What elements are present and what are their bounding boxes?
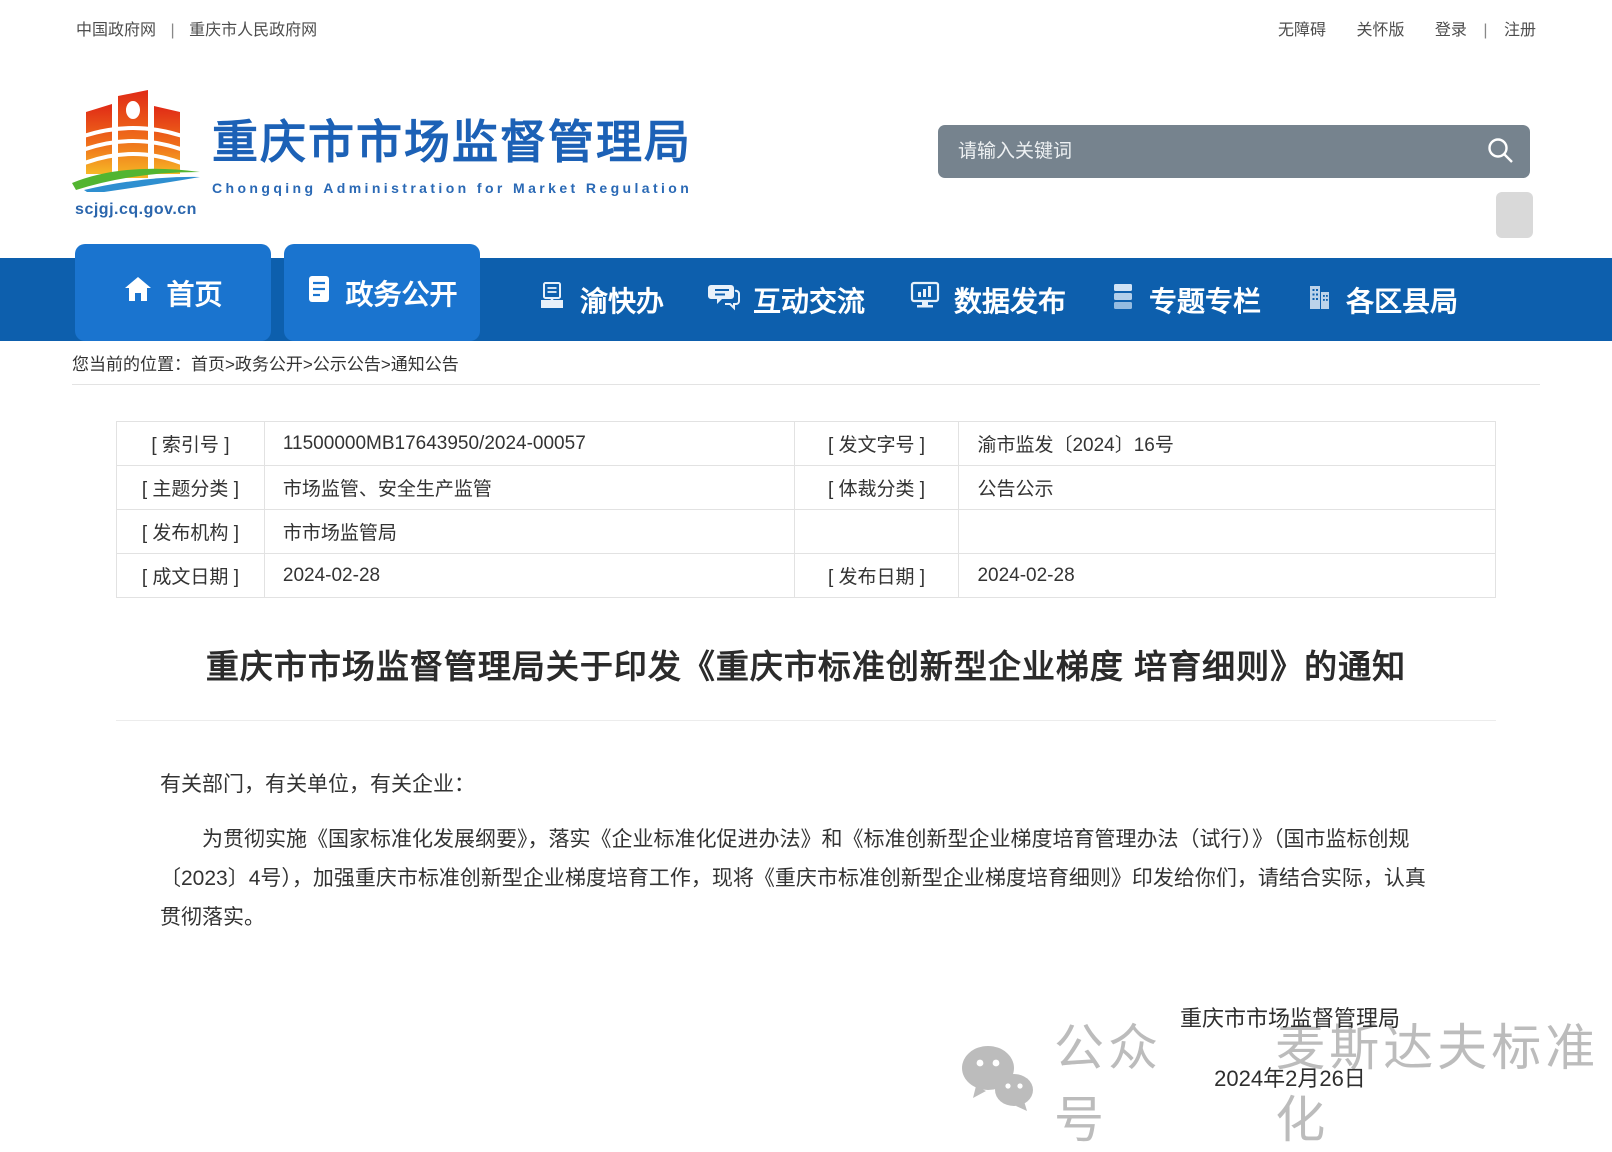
- meta-value-index: 11500000MB17643950/2024-00057: [264, 422, 794, 466]
- document-content: [ 索引号 ] 11500000MB17643950/2024-00057 [ …: [116, 421, 1496, 1093]
- gov-links: 中国政府网 | 重庆市人民政府网: [76, 0, 317, 62]
- document-meta-table: [ 索引号 ] 11500000MB17643950/2024-00057 [ …: [116, 421, 1496, 598]
- meta-value-empty: [959, 510, 1496, 554]
- site-search: [938, 125, 1530, 178]
- site-title: 重庆市市场监督管理局: [212, 106, 692, 172]
- site-url: scjgj.cq.gov.cn: [66, 201, 206, 219]
- nav-label: 数据发布: [954, 280, 1066, 320]
- site-logo[interactable]: scjgj.cq.gov.cn: [66, 88, 206, 219]
- meta-label-written-date: [ 成文日期 ]: [117, 554, 265, 598]
- separator: |: [1483, 22, 1487, 39]
- chat-bubbles-icon: [708, 281, 740, 318]
- home-icon: [123, 274, 153, 311]
- top-utility-bar: 中国政府网 | 重庆市人民政府网 无障碍 关怀版 登录 | 注册: [0, 0, 1612, 62]
- search-button[interactable]: [1470, 125, 1530, 178]
- meta-value-doc-number: 渝市监发〔2024〕16号: [959, 422, 1496, 466]
- signature-block: 重庆市市场监督管理局 2024年2月26日: [116, 1001, 1496, 1093]
- nav-label: 政务公开: [345, 273, 457, 313]
- site-header: scjgj.cq.gov.cn 重庆市市场监督管理局 Chongqing Adm…: [0, 62, 1612, 258]
- nav-item-yukuaiban[interactable]: 渝快办: [537, 280, 664, 320]
- nav-label: 专题专栏: [1149, 280, 1261, 320]
- document-icon: [306, 274, 332, 311]
- document-body: 有关部门，有关单位，有关企业： 为贯彻实施《国家标准化发展纲要》，落实《企业标准…: [116, 765, 1496, 937]
- link-login[interactable]: 登录: [1435, 22, 1467, 39]
- breadcrumb: 您当前的位置： 首页>政务公开>公示公告>通知公告: [72, 341, 1540, 385]
- link-china-gov[interactable]: 中国政府网: [76, 22, 156, 39]
- page-title: 重庆市市场监督管理局关于印发《重庆市标准创新型企业梯度 培育细则》的通知: [116, 640, 1496, 688]
- search-input[interactable]: [938, 125, 1470, 178]
- salutation: 有关部门，有关单位，有关企业：: [160, 765, 1446, 804]
- link-cq-gov[interactable]: 重庆市人民政府网: [189, 22, 317, 39]
- nav-label: 首页: [166, 273, 222, 313]
- separator: |: [170, 22, 174, 39]
- nav-item-home[interactable]: 首页: [75, 244, 271, 341]
- meta-label-topic: [ 主题分类 ]: [117, 466, 265, 510]
- meta-value-issuer: 市市场监管局: [264, 510, 794, 554]
- user-links: 无障碍 关怀版 登录 | 注册: [1252, 0, 1536, 62]
- service-terminal-icon: [537, 281, 567, 318]
- site-title-english: Chongqing Administration for Market Regu…: [212, 180, 692, 196]
- table-row: [ 主题分类 ] 市场监管、安全生产监管 [ 体裁分类 ] 公告公示: [117, 466, 1496, 510]
- breadcrumb-path[interactable]: 首页>政务公开>公示公告>通知公告: [191, 350, 459, 375]
- nav-item-interaction[interactable]: 互动交流: [708, 280, 865, 320]
- meta-label-issuer: [ 发布机构 ]: [117, 510, 265, 554]
- monitor-chart-icon: [909, 281, 941, 318]
- meta-label-index: [ 索引号 ]: [117, 422, 265, 466]
- site-title-block[interactable]: 重庆市市场监督管理局 Chongqing Administration for …: [212, 106, 692, 196]
- title-divider: [116, 720, 1496, 721]
- signature-date: 2024年2月26日: [1180, 1061, 1400, 1093]
- building-icon: [1305, 281, 1333, 318]
- link-accessibility[interactable]: 无障碍: [1278, 22, 1326, 39]
- body-paragraph: 为贯彻实施《国家标准化发展纲要》，落实《企业标准化促进办法》和《标准创新型企业梯…: [160, 820, 1446, 937]
- table-row: [ 索引号 ] 11500000MB17643950/2024-00057 [ …: [117, 422, 1496, 466]
- nav-label: 互动交流: [753, 280, 865, 320]
- main-nav: 首页 政务公开: [0, 258, 1612, 341]
- nav-item-gov-disclosure[interactable]: 政务公开: [284, 244, 480, 341]
- meta-value-topic: 市场监管、安全生产监管: [264, 466, 794, 510]
- floating-widget[interactable]: [1496, 192, 1533, 238]
- nav-label: 各区县局: [1346, 280, 1458, 320]
- nav-item-special-columns[interactable]: 专题专栏: [1110, 280, 1261, 320]
- meta-value-written-date: 2024-02-28: [264, 554, 794, 598]
- table-row: [ 发布机构 ] 市市场监管局: [117, 510, 1496, 554]
- breadcrumb-prefix: 您当前的位置：: [72, 350, 191, 375]
- table-row: [ 成文日期 ] 2024-02-28 [ 发布日期 ] 2024-02-28: [117, 554, 1496, 598]
- signature-organization: 重庆市市场监督管理局: [1180, 1001, 1400, 1033]
- nav-item-district-bureaus[interactable]: 各区县局: [1305, 280, 1458, 320]
- link-care-version[interactable]: 关怀版: [1356, 22, 1404, 39]
- link-register[interactable]: 注册: [1504, 22, 1536, 39]
- meta-value-publish-date: 2024-02-28: [959, 554, 1496, 598]
- nav-label: 渝快办: [580, 280, 664, 320]
- meta-label-publish-date: [ 发布日期 ]: [794, 554, 959, 598]
- stacked-list-icon: [1110, 281, 1136, 318]
- search-icon: [1485, 135, 1515, 168]
- nav-item-data-release[interactable]: 数据发布: [909, 280, 1066, 320]
- meta-label-doc-number: [ 发文字号 ]: [794, 422, 959, 466]
- meta-value-genre: 公告公示: [959, 466, 1496, 510]
- logo-building-icon: [72, 179, 200, 196]
- meta-label-empty: [794, 510, 959, 554]
- meta-label-genre: [ 体裁分类 ]: [794, 466, 959, 510]
